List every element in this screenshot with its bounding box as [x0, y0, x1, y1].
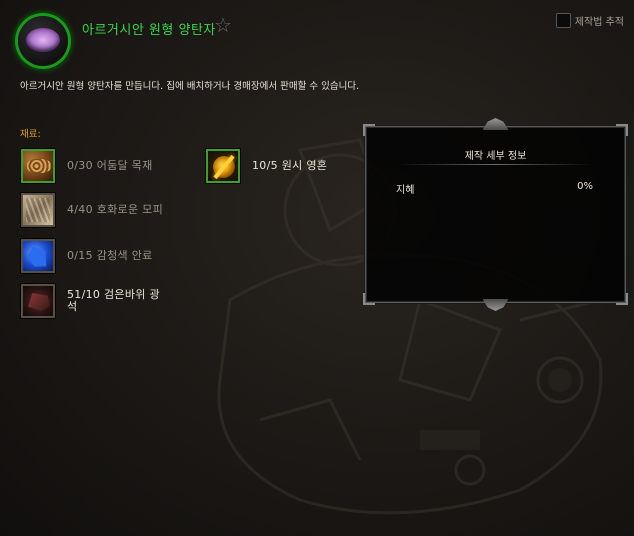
pigment-icon	[21, 239, 55, 273]
hide-icon	[21, 193, 55, 227]
soul-icon	[206, 149, 240, 183]
track-recipe-toggle[interactable]: 제작법 추적	[555, 13, 624, 28]
wood-icon	[21, 149, 55, 183]
panel-ornament-top-icon	[482, 118, 509, 130]
reagent-wood-text: 0/30 어둠달 목재	[67, 159, 153, 172]
track-recipe-label: 제작법 추적	[574, 17, 624, 28]
reagents-label: 재료:	[20, 129, 41, 140]
favorite-star-icon[interactable]: ☆	[214, 15, 232, 35]
reagent-wood[interactable]: 0/30 어둠달 목재	[21, 149, 153, 183]
reagent-hide-text: 4/40 호화로운 모피	[67, 203, 164, 216]
panel-ornament-bottom-icon	[482, 299, 509, 311]
reagent-pigment[interactable]: 0/15 감청색 안료	[21, 239, 153, 273]
recipe-rug-icon	[18, 16, 68, 66]
stat-value: 0%	[577, 181, 593, 192]
reagent-pigment-text: 0/15 감청색 안료	[67, 249, 153, 262]
recipe-description: 아르거시안 원형 양탄자를 만듭니다. 집에 배치하거나 경매장에서 판매할 수…	[20, 81, 360, 92]
details-divider	[398, 164, 593, 165]
stat-name: 지혜	[396, 185, 415, 196]
reagent-soul[interactable]: 10/5 원시 영혼	[206, 149, 327, 183]
ore-icon	[21, 284, 55, 318]
reagent-soul-text: 10/5 원시 영혼	[252, 159, 328, 172]
reagent-hide[interactable]: 4/40 호화로운 모피	[21, 193, 167, 227]
track-recipe-checkbox[interactable]	[555, 13, 571, 28]
crafting-details-panel: 제작 세부 정보 지혜 0%	[363, 118, 628, 311]
details-title: 제작 세부 정보	[464, 151, 527, 162]
reagent-ore-text: 51/10 검은바위 광석	[67, 288, 160, 313]
reagent-ore[interactable]: 51/10 검은바위 광석	[21, 284, 167, 318]
recipe-title: 아르거시안 원형 양탄자	[82, 23, 216, 38]
